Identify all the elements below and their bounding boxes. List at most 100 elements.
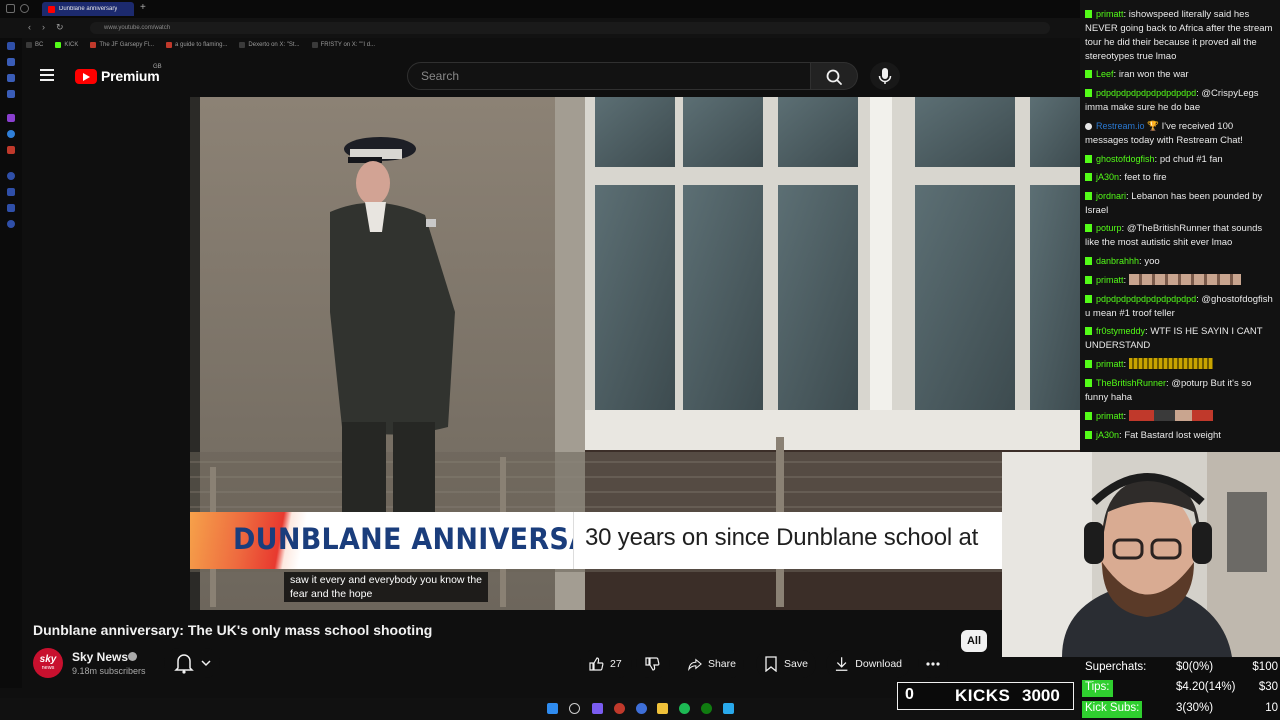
chat-username[interactable]: TheBritishRunner (1096, 378, 1166, 388)
chat-message: Leef: iran won the war (1085, 67, 1277, 82)
chat-username[interactable]: poturp (1096, 223, 1122, 233)
chat-username[interactable]: pdpdpdpdpdpdpdpdpdpd (1096, 88, 1196, 98)
emote-row-image (1128, 274, 1241, 285)
chat-text: iran won the war (1118, 69, 1189, 80)
bookmark-item[interactable]: a guide to flaming... (166, 42, 227, 48)
donation-label: Superchats: (1085, 661, 1147, 673)
bookmark-item[interactable]: The JF Garsepy Fl... (90, 42, 154, 48)
youtube-favicon-icon (48, 5, 55, 13)
browser-icon[interactable] (636, 703, 647, 714)
settings-icon[interactable] (7, 220, 15, 228)
youtube-premium-logo[interactable]: Premium (75, 66, 160, 86)
kicks-goal-label: KICKS (955, 686, 1011, 705)
webcam-feed-image (1002, 452, 1280, 657)
new-tab-button[interactable]: + (140, 2, 146, 13)
brand-text: Premium (101, 68, 160, 84)
windows-start-icon[interactable] (547, 703, 558, 714)
voice-search-button[interactable] (870, 62, 900, 90)
chat-username[interactable]: pdpdpdpdpdpdpdpdpdpd (1096, 294, 1196, 304)
chat-text: feet to fire (1124, 172, 1167, 183)
bookmark-item[interactable]: Dexerto on X: "St... (239, 42, 300, 48)
chat-username[interactable]: Leef (1096, 69, 1114, 79)
bookmark-label: The JF Garsepy Fl... (99, 42, 155, 48)
search-input[interactable] (407, 62, 811, 90)
subscriber-badge-icon (1085, 412, 1092, 420)
messenger-icon[interactable] (7, 130, 15, 138)
back-icon[interactable]: ‹ (28, 22, 31, 32)
dislike-button[interactable] (636, 650, 670, 678)
sidebar-app-icon[interactable] (7, 58, 15, 66)
bookmark-item[interactable]: FR!STY on X: ""I d... (311, 42, 375, 48)
emote-row-image (1128, 358, 1213, 369)
youtube-play-icon (75, 68, 97, 84)
notifications-button[interactable] (164, 648, 220, 678)
save-button[interactable]: Save (756, 650, 816, 678)
chat-username[interactable]: primatt (1096, 411, 1124, 421)
search-button[interactable] (811, 62, 858, 90)
like-button[interactable]: 27 (580, 650, 632, 678)
download-icon (835, 657, 848, 671)
verified-badge-icon (128, 652, 137, 661)
kick-subs-goal-row: Kick Subs: 3(30%) 10 (1080, 699, 1280, 719)
donation-label: Tips: (1082, 680, 1113, 697)
share-button[interactable]: Share (680, 650, 744, 678)
sidebar-app-icon[interactable] (7, 188, 15, 196)
chat-username[interactable]: primatt (1096, 9, 1124, 19)
chat-message: ghostofdogfish: pd chud #1 fan (1085, 152, 1277, 167)
browser-menu-icon[interactable] (6, 4, 15, 13)
taskbar-search-icon[interactable] (569, 703, 580, 714)
tab-dunblane-anniversary[interactable]: Dunblane anniversary (42, 2, 134, 16)
channel-avatar[interactable]: sky news (33, 648, 63, 678)
more-actions-button[interactable] (918, 650, 948, 678)
bookmark-item[interactable]: BC (26, 42, 43, 48)
subscriber-badge-icon (1085, 431, 1092, 439)
subscriber-count: 9.18m subscribers (72, 666, 146, 676)
chat-message: danbrahhh: yoo (1085, 254, 1277, 269)
share-icon (688, 658, 702, 672)
file-explorer-icon[interactable] (657, 703, 668, 714)
chat-username[interactable]: ghostofdogfish (1096, 154, 1155, 164)
chat-username[interactable]: primatt (1096, 275, 1124, 285)
discord-icon[interactable] (592, 703, 603, 714)
chat-username[interactable]: Restream.io (1096, 121, 1145, 131)
chat-message: pdpdpdpdpdpdpdpdpdpd: @CrispyLegs imma m… (1085, 88, 1259, 113)
sidebar-app-icon[interactable] (7, 42, 15, 50)
bookmark-icon (765, 656, 777, 672)
lower-third-subtitle-panel: 30 years on since Dunblane school at (573, 512, 1002, 569)
chat-username[interactable]: danbrahhh (1096, 256, 1139, 266)
subscriber-badge-icon (1085, 295, 1092, 303)
caption-line: fear and the hope (290, 588, 373, 600)
twitch-icon[interactable] (7, 114, 15, 122)
sidebar-app-icon[interactable] (7, 204, 15, 212)
chat-username[interactable]: primatt (1096, 359, 1124, 369)
reload-icon[interactable]: ↻ (56, 22, 64, 33)
forward-icon[interactable]: › (42, 22, 45, 32)
sidebar-app-icon[interactable] (7, 172, 15, 180)
filter-chip-all[interactable]: All (961, 630, 987, 652)
chat-message: primatt: (1085, 409, 1277, 424)
hamburger-menu-icon[interactable] (40, 68, 56, 82)
xbox-icon[interactable] (701, 703, 712, 714)
obs-icon[interactable] (614, 703, 625, 714)
bookmark-item[interactable]: KICK (55, 42, 78, 48)
url-field[interactable]: www.youtube.com/watch (90, 22, 1050, 34)
download-button[interactable]: Download (826, 650, 910, 678)
channel-name[interactable]: Sky News (72, 650, 128, 664)
sidebar-app-icon[interactable] (7, 146, 15, 154)
donation-goals-widget: Superchats: $0(0%) $100 Tips: $4.20(14%)… (1080, 658, 1280, 720)
donation-value: $4.20(14%) (1176, 681, 1236, 693)
telegram-icon[interactable] (723, 703, 734, 714)
news-lower-third: DUNBLANE ANNIVERSARY 30 years on since D… (190, 512, 1002, 569)
workspace-icon[interactable] (20, 4, 29, 13)
chat-username[interactable]: jordnari (1096, 191, 1126, 201)
chat-username[interactable]: jA30n (1096, 172, 1119, 182)
spotify-icon[interactable] (679, 703, 690, 714)
bookmark-label: a guide to flaming... (175, 42, 228, 48)
url-text: www.youtube.com/watch (104, 25, 171, 31)
chat-username[interactable]: fr0stymeddy (1096, 326, 1145, 336)
chat-message: poturp: @TheBritishRunner that sounds li… (1085, 223, 1263, 248)
tab-title: Dunblane anniversary (59, 6, 118, 12)
chat-username[interactable]: jA30n (1096, 430, 1119, 440)
sidebar-app-icon[interactable] (7, 74, 15, 82)
sidebar-app-icon[interactable] (7, 90, 15, 98)
